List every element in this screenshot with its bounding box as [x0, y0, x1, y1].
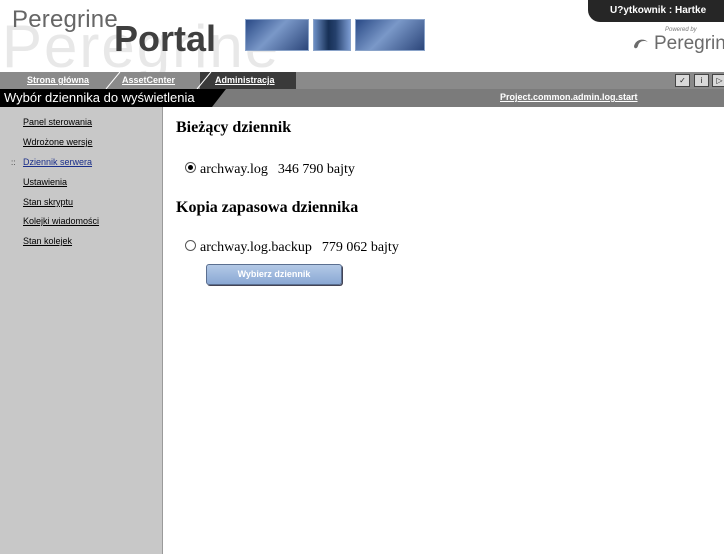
backup-log-size: 779 062 bajty: [321, 240, 399, 255]
logo-portal-text: Portal: [114, 18, 217, 59]
checkmark-icon[interactable]: ✓: [675, 74, 690, 87]
sidebar-item-server-log[interactable]: Dziennik serwera: [23, 157, 92, 167]
sidebar-item-settings[interactable]: Ustawienia: [23, 177, 67, 187]
play-icon[interactable]: ▷: [712, 74, 724, 87]
current-log-filename: archway.log: [200, 162, 268, 177]
logo-peregrine-text: Peregrine: [12, 6, 118, 33]
tab-home[interactable]: Strona główna: [27, 72, 89, 89]
backup-log-filename: archway.log.backup: [200, 240, 312, 255]
powered-brand: Peregrine: [654, 33, 724, 54]
sidebar-item-control-panel[interactable]: Panel sterowania: [23, 117, 92, 127]
sidebar-item-queue-status[interactable]: Stan kolejek: [23, 236, 72, 246]
page-id-link[interactable]: Project.common.admin.log.start: [500, 92, 638, 102]
user-label: U?ytkownik : Hartke: [610, 5, 707, 16]
page-title: Wybór dziennika do wyświetlenia: [4, 90, 195, 105]
title-bar-notch: [212, 89, 226, 107]
tab-separator-icon: [105, 72, 121, 89]
header-photo-tech: [355, 19, 425, 51]
sidebar-item-script-status[interactable]: Stan skryptu: [23, 197, 73, 207]
current-log-size: 346 790 bajty: [277, 162, 355, 177]
tab-assetcenter[interactable]: AssetCenter: [122, 72, 175, 89]
tab-administration[interactable]: Administracja: [215, 72, 275, 89]
select-log-button[interactable]: Wybierz dziennik: [206, 264, 342, 285]
peregrine-swirl-icon: [634, 39, 648, 49]
tab-separator-icon: [196, 72, 212, 89]
active-item-marker: ::: [11, 158, 16, 167]
info-icon[interactable]: i: [694, 74, 709, 87]
header-photo-person: [313, 19, 351, 51]
title-bar-right: [225, 89, 724, 107]
current-log-heading: Bieżący dziennik: [176, 119, 292, 136]
backup-log-heading: Kopia zapasowa dziennika: [176, 199, 359, 216]
backup-log-radio[interactable]: [185, 240, 196, 251]
current-log-radio[interactable]: [185, 162, 196, 173]
header-photo-globe: [245, 19, 309, 51]
sidebar-item-deployed-versions[interactable]: Wdrożone wersje: [23, 137, 93, 147]
backup-log-row: archway.log.backup 779 062 bajty: [185, 240, 399, 256]
current-log-row: archway.log 346 790 bajty: [185, 162, 355, 178]
sidebar: [0, 107, 163, 554]
sidebar-item-message-queues[interactable]: Kolejki wiadomości: [23, 216, 99, 226]
